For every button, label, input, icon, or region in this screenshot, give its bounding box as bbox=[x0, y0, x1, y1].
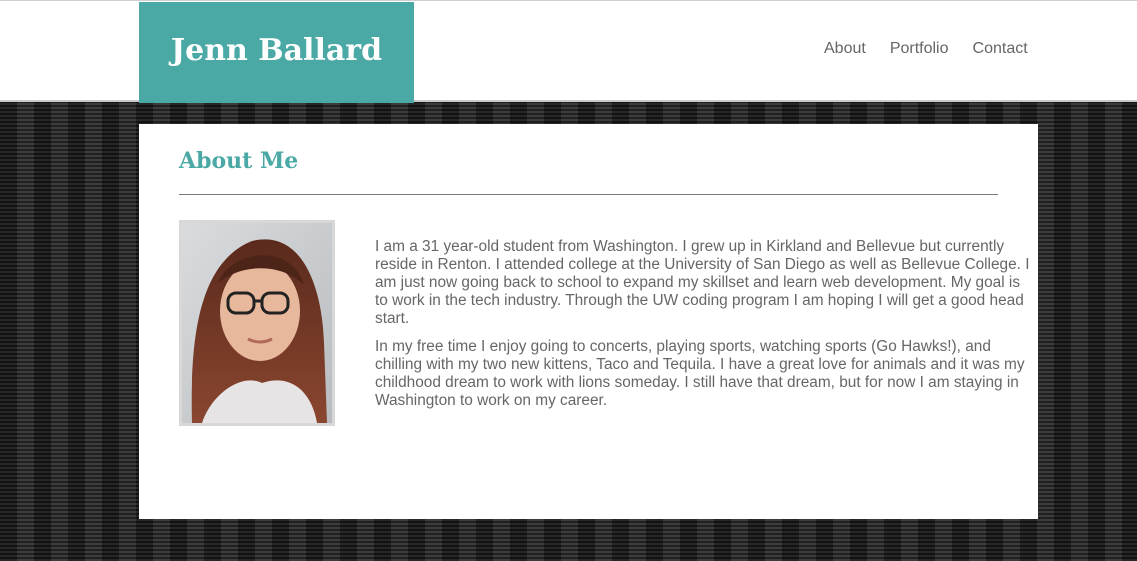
profile-photo-image bbox=[182, 223, 332, 423]
bio-paragraph-1: I am a 31 year-old student from Washingt… bbox=[375, 238, 1030, 327]
site-header: Jenn Ballard About Portfolio Contact bbox=[0, 0, 1137, 103]
brand-logo[interactable]: Jenn Ballard bbox=[139, 2, 414, 103]
nav-portfolio-link[interactable]: Portfolio bbox=[890, 40, 949, 58]
about-panel: About Me I am a 31 year-old student from… bbox=[139, 124, 1038, 519]
about-heading: About Me bbox=[179, 148, 299, 174]
bio-paragraph-2: In my free time I enjoy going to concert… bbox=[375, 338, 1025, 409]
bio-text: I am a 31 year-old student from Washingt… bbox=[375, 238, 1035, 420]
profile-photo bbox=[179, 220, 335, 426]
site-title[interactable]: Jenn Ballard bbox=[171, 33, 382, 68]
nav-about-link[interactable]: About bbox=[824, 40, 866, 58]
nav-contact-link[interactable]: Contact bbox=[973, 40, 1028, 58]
main-nav: About Portfolio Contact bbox=[824, 40, 1052, 58]
divider bbox=[179, 194, 998, 195]
